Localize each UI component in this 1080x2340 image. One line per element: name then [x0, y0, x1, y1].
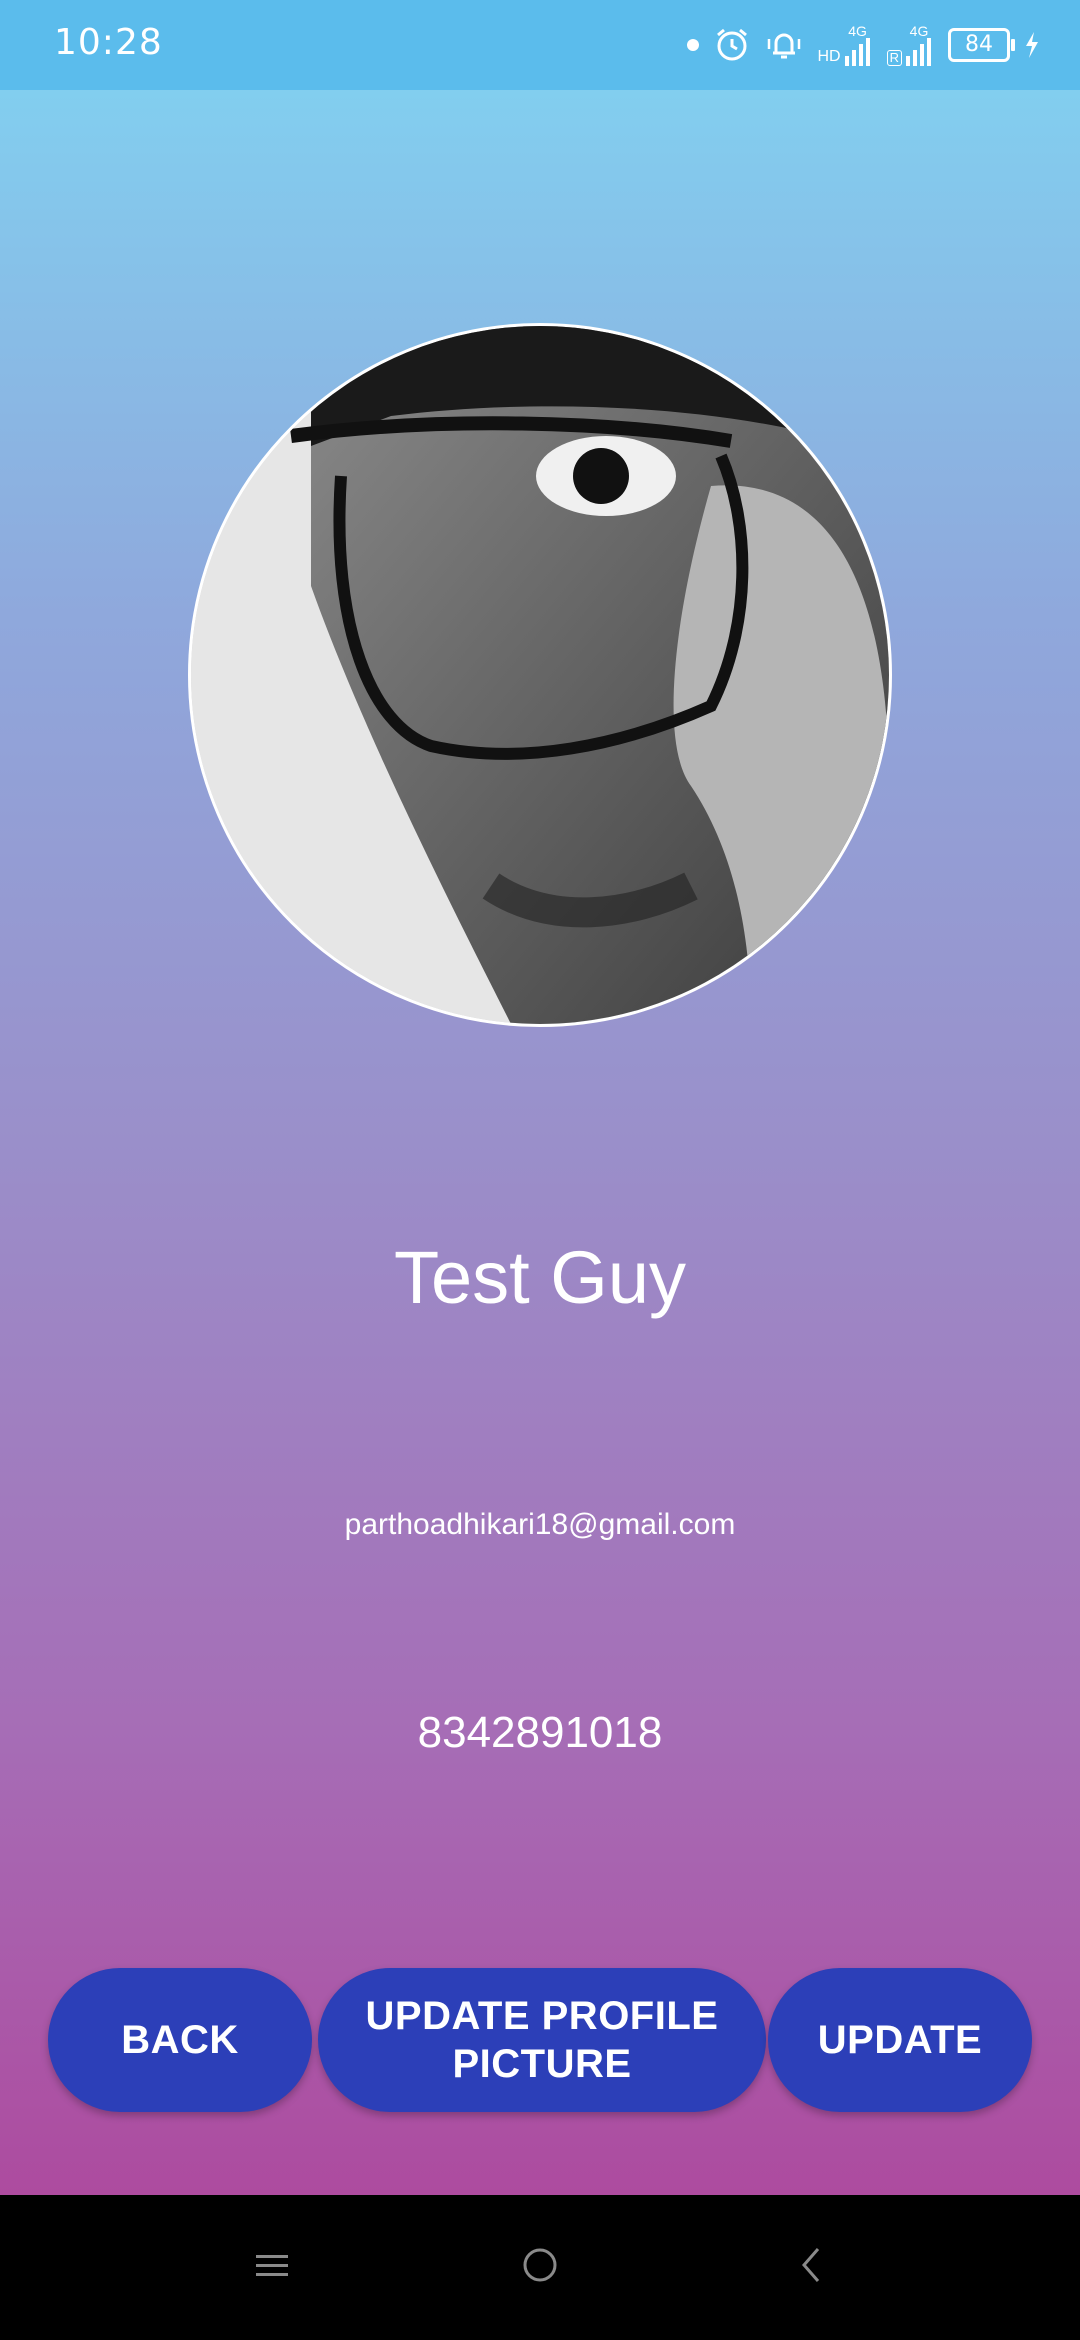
navigation-bar	[0, 2195, 1080, 2340]
update-profile-picture-button[interactable]: UPDATE PROFILE PICTURE	[318, 1968, 766, 2112]
menu-icon[interactable]	[252, 2235, 292, 2295]
signal-icon	[906, 38, 931, 66]
back-icon[interactable]	[792, 2235, 832, 2295]
notification-dot-icon	[686, 39, 699, 51]
back-button[interactable]: BACK	[48, 1968, 312, 2112]
update-button-label: UPDATE	[817, 2018, 983, 2062]
battery-icon: 84	[948, 28, 1015, 62]
charging-icon	[1026, 32, 1038, 58]
signal-group-1: HD 4G	[818, 24, 873, 66]
profile-email: parthoadhikari18@gmail.com	[344, 1508, 736, 1541]
alarm-icon	[716, 28, 747, 61]
signal-icon	[844, 38, 870, 66]
status-icons: HD 4G R 4G 84	[686, 20, 1041, 70]
update-button[interactable]: UPDATE	[768, 1968, 1032, 2112]
profile-screen: Test Guy parthoadhikari18@gmail.com 8342…	[0, 90, 1080, 2195]
profile-name: Test Guy	[394, 1236, 686, 1319]
network-type-label: 4G	[848, 23, 867, 39]
network-type-label: 4G	[909, 23, 929, 39]
vibrate-bell-icon	[767, 33, 800, 59]
home-icon[interactable]	[520, 2235, 560, 2295]
hd-label: HD	[817, 48, 841, 65]
back-button-label: BACK	[121, 2018, 239, 2062]
profile-picture[interactable]	[188, 323, 892, 1027]
update-profile-picture-label-line1: UPDATE PROFILE	[365, 1994, 719, 2038]
status-bar: 10:28 HD 4G R 4G 84	[0, 0, 1080, 90]
roaming-label: R	[886, 50, 902, 66]
update-profile-picture-label-line2: PICTURE	[452, 2042, 632, 2086]
update-profile-picture-label: UPDATE PROFILE PICTURE	[366, 1992, 719, 2088]
profile-phone: 8342891018	[417, 1708, 663, 1757]
status-time: 10:28	[54, 22, 163, 63]
signal-group-2: R 4G	[886, 23, 934, 66]
